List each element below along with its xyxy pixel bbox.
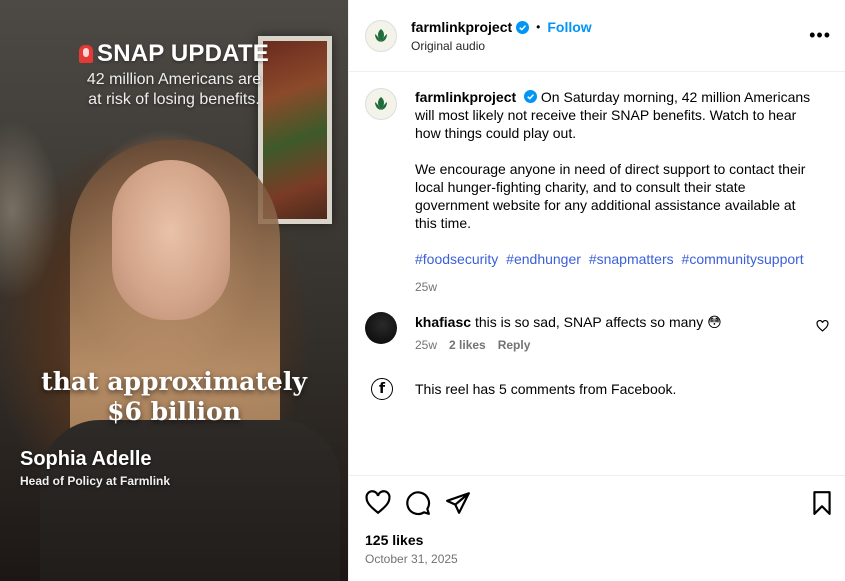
header-line: farmlinkproject • Follow <box>411 19 592 35</box>
commenter-username[interactable]: khafiasc <box>415 314 471 330</box>
follow-button[interactable]: Follow <box>547 19 591 35</box>
save-bookmark-icon[interactable] <box>809 490 835 516</box>
hashtag-list: #foodsecurity #endhunger #snapmatters #c… <box>415 250 815 268</box>
verified-badge-icon <box>516 20 530 34</box>
more-options-icon[interactable]: ••• <box>809 26 831 44</box>
speaker-role: Head of Policy at Farmlink <box>20 474 171 488</box>
like-heart-icon[interactable] <box>365 490 391 516</box>
video-subtitle: 42 million Americans are at risk of losi… <box>0 70 348 110</box>
commenter-avatar[interactable] <box>365 312 397 344</box>
header-username[interactable]: farmlinkproject <box>411 19 512 35</box>
farmlink-leaf-logo-icon <box>375 29 387 42</box>
audio-label[interactable]: Original audio <box>411 39 592 53</box>
farmlink-leaf-logo-icon <box>375 97 387 110</box>
video-caption-line: that approximately <box>41 367 307 396</box>
reply-button[interactable]: Reply <box>498 338 531 352</box>
video-title-text: SNAP UPDATE <box>96 40 269 67</box>
share-paper-plane-icon[interactable] <box>445 490 471 516</box>
divider <box>349 71 845 72</box>
header-separator: • <box>536 20 541 34</box>
post-caption: farmlinkproject On Saturday morning, 42 … <box>365 88 825 296</box>
divider <box>349 475 845 476</box>
background-lamp-glow <box>0 120 60 300</box>
hashtag-link[interactable]: #snapmatters <box>589 251 674 267</box>
hashtag-link[interactable]: #communitysupport <box>682 251 804 267</box>
caption-avatar[interactable] <box>365 88 397 120</box>
caption-paragraph-2: We encourage anyone in need of direct su… <box>415 161 806 231</box>
facebook-comments-note: f This reel has 5 comments from Facebook… <box>371 378 676 400</box>
verified-badge-icon <box>524 90 538 103</box>
comment-time[interactable]: 25w <box>415 338 437 352</box>
comment-text: this is so sad, SNAP affects so many 😳 <box>474 314 722 330</box>
reel-video[interactable]: SNAP UPDATE 42 million Americans are at … <box>0 0 348 581</box>
post-date[interactable]: October 31, 2025 <box>365 552 458 566</box>
video-subtitle-line: 42 million Americans are <box>86 71 262 88</box>
comment-like-heart-icon[interactable] <box>816 320 829 332</box>
video-caption: that approximately $6 billion <box>0 367 348 427</box>
comment-line: khafiasc this is so sad, SNAP affects so… <box>415 312 795 332</box>
post-panel: farmlinkproject • Follow Original audio … <box>348 0 845 581</box>
post-header: farmlinkproject • Follow Original audio <box>365 18 835 54</box>
speaker-shirt <box>40 420 340 581</box>
facebook-icon: f <box>371 378 393 400</box>
like-count[interactable]: 125 likes <box>365 532 423 548</box>
video-caption-line: $6 billion <box>107 397 241 426</box>
caption-paragraph: farmlinkproject On Saturday morning, 42 … <box>415 88 815 142</box>
comment-likes[interactable]: 2 likes <box>449 338 486 352</box>
comment-bubble-icon[interactable] <box>405 490 431 516</box>
facebook-note-text: This reel has 5 comments from Facebook. <box>415 381 677 397</box>
profile-avatar[interactable] <box>365 20 397 52</box>
comment-item: khafiasc this is so sad, SNAP affects so… <box>365 312 835 352</box>
comment-meta: 25w 2 likes Reply <box>415 338 795 352</box>
hashtag-link[interactable]: #foodsecurity <box>415 251 498 267</box>
header-text: farmlinkproject • Follow Original audio <box>411 19 592 53</box>
caption-body: farmlinkproject On Saturday morning, 42 … <box>415 88 815 296</box>
action-bar <box>365 490 835 516</box>
speaker-name: Sophia Adelle <box>20 448 152 470</box>
speaker-face <box>112 160 230 320</box>
comment-body: khafiasc this is so sad, SNAP affects so… <box>415 312 795 352</box>
hashtag-link[interactable]: #endhunger <box>506 251 581 267</box>
caption-time[interactable]: 25w <box>415 278 815 296</box>
siren-icon <box>78 45 93 63</box>
video-title: SNAP UPDATE <box>0 40 348 68</box>
caption-username[interactable]: farmlinkproject <box>415 89 516 105</box>
video-subtitle-line: at risk of losing benefits. <box>88 91 260 108</box>
